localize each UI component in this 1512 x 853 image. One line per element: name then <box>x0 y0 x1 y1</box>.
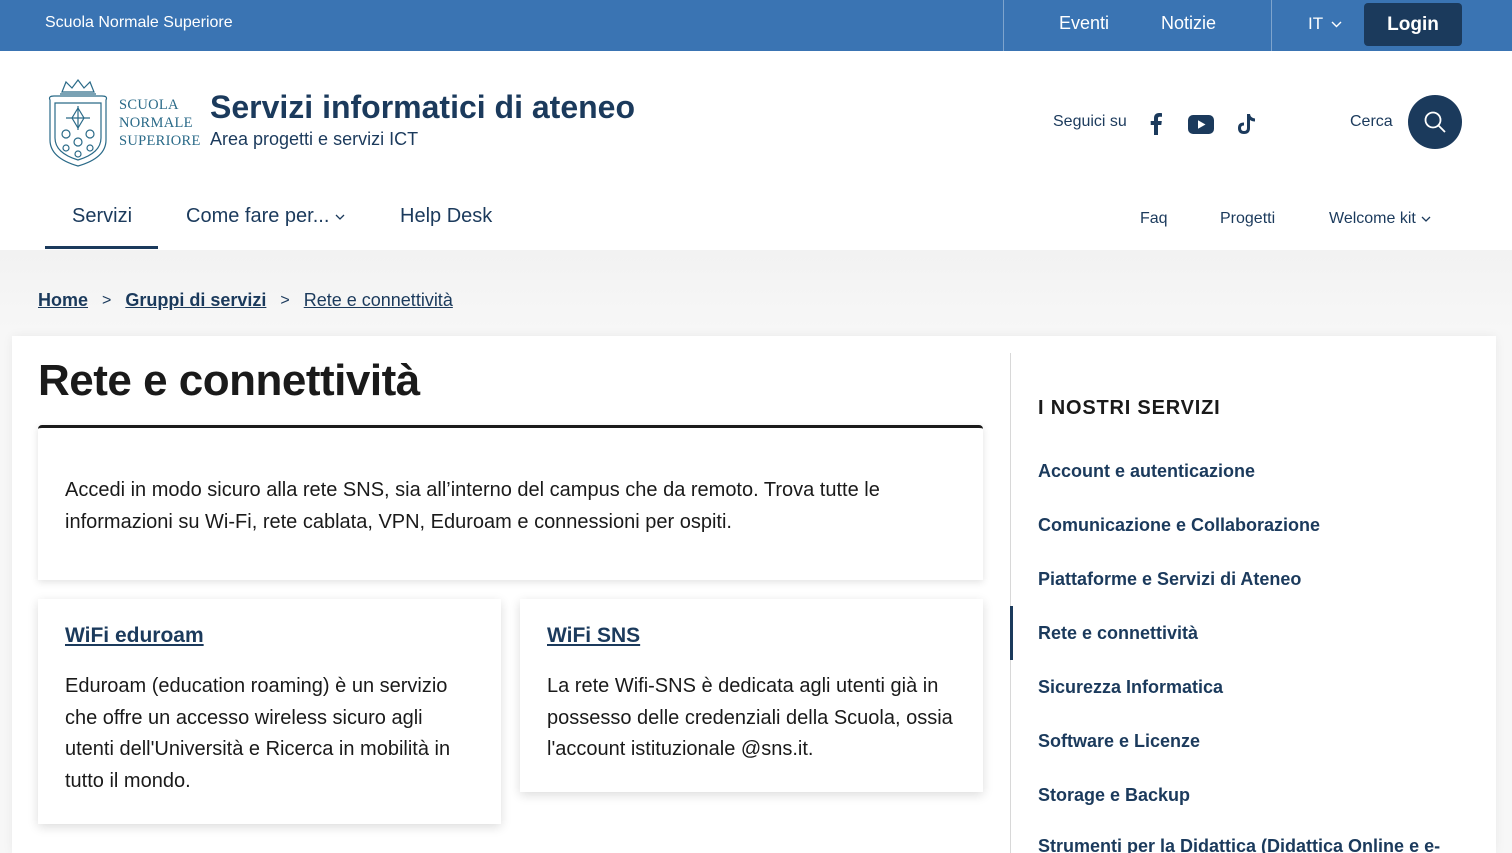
page-title: Rete e connettività <box>38 356 420 405</box>
site-header: SCUOLA NORMALE SUPERIORE Servizi informa… <box>0 51 1512 183</box>
card-text-line: Eduroam (education roaming) è un servizi… <box>65 675 448 697</box>
sidebar-item-rete-e-connettivita[interactable]: Rete e connettività <box>1038 623 1198 644</box>
nav-label: Faq <box>1140 210 1168 227</box>
sidebar-active-indicator <box>1010 606 1013 660</box>
logo-text-line: SUPERIORE <box>119 133 201 149</box>
card-description: Eduroam (education roaming) è un servizi… <box>65 671 450 797</box>
top-bar-divider <box>1003 0 1004 51</box>
sns-crest-icon <box>48 79 108 167</box>
breadcrumb: Home > Gruppi di servizi > Rete e connet… <box>38 290 453 311</box>
nav-item-progetti[interactable]: Progetti <box>1220 210 1275 228</box>
chevron-down-icon <box>335 214 345 220</box>
card-title-link[interactable]: WiFi SNS <box>547 624 640 648</box>
language-selector[interactable]: IT <box>1308 14 1342 34</box>
nav-label: Servizi <box>72 205 133 227</box>
chevron-down-icon <box>1421 216 1431 222</box>
sidebar-item-sicurezza-informatica[interactable]: Sicurezza Informatica <box>1038 677 1223 698</box>
card-text-line: possesso delle credenziali della Scuola,… <box>547 706 953 729</box>
sidebar-item-piattaforme-e-servizi[interactable]: Piattaforme e Servizi di Ateneo <box>1038 569 1301 590</box>
sidebar-divider <box>1010 353 1011 853</box>
sidebar-heading: I NOSTRI SERVIZI <box>1038 397 1221 419</box>
breadcrumb-gruppi-di-servizi[interactable]: Gruppi di servizi <box>125 290 266 311</box>
tiktok-icon[interactable] <box>1233 111 1259 137</box>
card-text-line: utenti dell'Università e Ricerca in mobi… <box>65 738 451 760</box>
sidebar-item-comunicazione-e-collaborazione[interactable]: Comunicazione e Collaborazione <box>1038 515 1320 536</box>
intro-text: Accedi in modo sicuro alla rete SNS, sia… <box>65 479 880 533</box>
sidebar-item-software-e-licenze[interactable]: Software e Licenze <box>1038 731 1200 752</box>
nav-item-servizi[interactable]: Servizi <box>72 205 132 228</box>
nav-item-help-desk[interactable]: Help Desk <box>400 205 492 228</box>
follow-label: Seguici su <box>1053 113 1127 130</box>
top-link-eventi[interactable]: Eventi <box>1059 13 1109 34</box>
top-link-notizie[interactable]: Notizie <box>1161 13 1216 34</box>
card-text-line: che offre un accesso wireless sicuro agl… <box>65 706 423 729</box>
search-icon <box>1424 111 1446 133</box>
sidebar-item-account-e-autenticazione[interactable]: Account e autenticazione <box>1038 461 1255 482</box>
card-text-line: La rete Wifi-SNS è dedicata agli utenti … <box>547 675 939 697</box>
service-card-wifi-eduroam: WiFi eduroam Eduroam (education roaming)… <box>38 599 501 824</box>
sns-logo[interactable] <box>44 78 112 173</box>
nav-active-indicator <box>45 246 158 249</box>
org-name-link[interactable]: Scuola Normale Superiore <box>45 14 233 32</box>
nav-item-welcome-kit[interactable]: Welcome kit <box>1329 210 1431 228</box>
search-button[interactable] <box>1408 95 1462 149</box>
sidebar-item-strumenti-per-la-didattica[interactable]: Strumenti per la Didattica (Didattica On… <box>1038 836 1440 853</box>
service-card-wifi-sns: WiFi SNS La rete Wifi-SNS è dedicata agl… <box>520 599 983 792</box>
login-button[interactable]: Login <box>1364 3 1462 46</box>
youtube-icon[interactable] <box>1188 111 1214 137</box>
nav-label: Welcome kit <box>1329 210 1416 227</box>
facebook-icon[interactable] <box>1143 111 1169 137</box>
logo-text-line: NORMALE <box>119 115 193 131</box>
top-bar-divider <box>1271 0 1272 51</box>
chevron-down-icon <box>1331 21 1342 27</box>
nav-label: Progetti <box>1220 210 1276 227</box>
site-subtitle: Area progetti e servizi ICT <box>210 129 419 149</box>
card-text-line: tutto il mondo. <box>65 769 191 792</box>
breadcrumb-home[interactable]: Home <box>38 290 88 311</box>
card-text-line: l'account istituzionale @sns.it. <box>547 738 814 760</box>
card-description: La rete Wifi-SNS è dedicata agli utenti … <box>547 671 953 766</box>
nav-label: Help Desk <box>400 205 493 227</box>
breadcrumb-separator: > <box>102 291 112 309</box>
intro-card: Accedi in modo sicuro alla rete SNS, sia… <box>38 425 983 580</box>
logo-wordmark: SCUOLA NORMALE SUPERIORE <box>119 96 201 150</box>
search-label: Cerca <box>1350 113 1393 130</box>
card-title-link[interactable]: WiFi eduroam <box>65 624 204 648</box>
nav-label: Come fare per... <box>186 205 330 227</box>
site-title[interactable]: Servizi informatici di ateneo <box>210 89 635 126</box>
language-label: IT <box>1308 14 1324 33</box>
breadcrumb-separator: > <box>280 291 290 309</box>
sidebar-item-storage-e-backup[interactable]: Storage e Backup <box>1038 785 1190 806</box>
logo-text-line: SCUOLA <box>119 97 179 113</box>
breadcrumb-current[interactable]: Rete e connettività <box>304 290 453 311</box>
nav-item-come-fare-per[interactable]: Come fare per... <box>186 205 345 228</box>
main-nav: Servizi Come fare per... Help Desk Faq P… <box>0 183 1512 250</box>
top-bar: Scuola Normale Superiore Eventi Notizie … <box>0 0 1512 51</box>
nav-item-faq[interactable]: Faq <box>1140 210 1168 228</box>
